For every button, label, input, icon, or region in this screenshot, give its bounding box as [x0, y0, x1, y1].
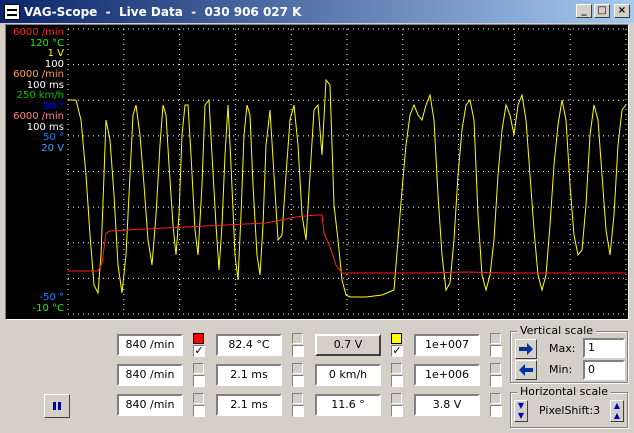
shift-down-spin[interactable]: ▼ ▼: [514, 400, 528, 422]
arrow-right-icon: [519, 343, 533, 355]
horizontal-scale-group: Horizontal scale ▼ ▼ PixelShift:3 ▲ ▲: [510, 385, 628, 428]
arrow-left-icon: [519, 364, 533, 376]
app-logo-icon: [4, 3, 20, 20]
pixel-shift-label: PixelShift:3: [539, 404, 601, 417]
channel-checkbox[interactable]: [193, 375, 205, 387]
title-bar: VAG-Scope - Live Data - 030 906 027 K _ …: [0, 0, 634, 23]
min-input[interactable]: 0: [583, 360, 625, 380]
close-button[interactable]: ×: [614, 4, 630, 18]
maximize-button[interactable]: □: [594, 4, 610, 18]
pause-icon: [53, 402, 56, 410]
channel-checkbox[interactable]: [391, 375, 403, 387]
channel-checkbox[interactable]: [292, 345, 304, 357]
channel-checkbox[interactable]: [391, 405, 403, 417]
channel-color-swatch[interactable]: [490, 393, 501, 404]
meter-value: 840 /min: [117, 334, 183, 356]
meter-value: 1e+006: [414, 364, 480, 386]
scope-chart: [67, 28, 627, 315]
meter-value: 840 /min: [117, 394, 183, 416]
channel-checkbox[interactable]: [490, 405, 502, 417]
channel-checkbox[interactable]: [193, 405, 205, 417]
meter-value: 11.6 °: [315, 394, 381, 416]
channel-color-swatch[interactable]: [391, 333, 402, 344]
meter-value: 82.4 °C: [216, 334, 282, 356]
channel-color-swatch[interactable]: [391, 393, 402, 404]
channel-color-swatch[interactable]: [391, 363, 402, 374]
channel-checkbox[interactable]: [292, 405, 304, 417]
window-title: VAG-Scope - Live Data - 030 906 027 K: [24, 4, 302, 19]
channel-color-swatch[interactable]: [193, 333, 204, 344]
pause-button[interactable]: [44, 394, 70, 418]
scale-up-button[interactable]: [515, 339, 537, 359]
channel-color-swatch[interactable]: [292, 333, 303, 344]
meter-value: 1e+007: [414, 334, 480, 356]
meter-value: 0 km/h: [315, 364, 381, 386]
channel-checkbox[interactable]: ✓: [193, 345, 205, 357]
scope-display: 6000 /min 120 °C 1 V 100 6000 /min 100 ms 250 …: [5, 24, 629, 320]
meter-value: 2.1 ms: [216, 364, 282, 386]
meter-value: 2.1 ms: [216, 394, 282, 416]
min-label: Min:: [549, 363, 573, 376]
shift-up-spin[interactable]: ▲ ▲: [610, 400, 624, 422]
channel-checkbox[interactable]: ✓: [391, 345, 403, 357]
max-label: Max:: [549, 342, 576, 355]
meter-value: 0.7 V: [315, 334, 381, 356]
meter-value: 3.8 V: [414, 394, 480, 416]
channel-checkbox[interactable]: [490, 345, 502, 357]
meter-value: 840 /min: [117, 364, 183, 386]
channel-color-swatch[interactable]: [292, 363, 303, 374]
channel-color-swatch[interactable]: [490, 333, 501, 344]
horizontal-scale-title: Horizontal scale: [517, 385, 612, 398]
channel-checkbox[interactable]: [490, 375, 502, 387]
max-input[interactable]: 1: [583, 338, 625, 358]
channel-color-swatch[interactable]: [490, 363, 501, 374]
vertical-scale-group: Vertical scale Max: 1 Min: 0: [510, 324, 628, 383]
channel-color-swatch[interactable]: [292, 393, 303, 404]
scale-down-button[interactable]: [515, 360, 537, 380]
vertical-scale-title: Vertical scale: [517, 324, 597, 337]
minimize-button[interactable]: _: [576, 4, 592, 18]
channel-color-swatch[interactable]: [193, 393, 204, 404]
channel-color-swatch[interactable]: [193, 363, 204, 374]
channel-checkbox[interactable]: [292, 375, 304, 387]
